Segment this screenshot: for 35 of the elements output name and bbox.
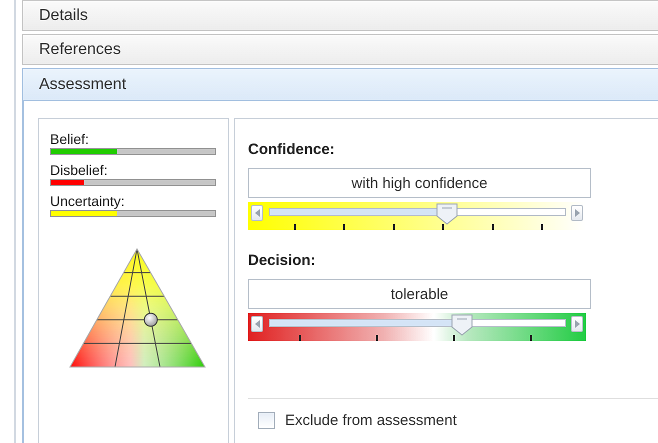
decision-slider[interactable]: [248, 313, 586, 341]
tick-mark: [392, 224, 395, 230]
opinion-label: Disbelief:: [50, 162, 109, 178]
slider-label: Decision:: [248, 252, 317, 269]
section-header[interactable]: Details: [22, 0, 658, 31]
slider-thumb[interactable]: [436, 203, 458, 225]
left-arrow-icon: [254, 209, 260, 217]
left-arrow-icon: [254, 320, 260, 328]
right-arrow-button[interactable]: [571, 205, 583, 221]
tick-mark: [343, 224, 346, 230]
left-arrow-button[interactable]: [251, 316, 263, 332]
value-display: tolerable: [248, 279, 591, 309]
exclude-checkbox[interactable]: [258, 412, 275, 429]
tick-mark: [453, 335, 456, 341]
tick-mark: [442, 224, 444, 230]
slider-label: Confidence:: [248, 141, 336, 158]
tick-mark: [294, 224, 296, 230]
tick-mark: [541, 224, 544, 230]
slider-thumb[interactable]: [451, 314, 474, 336]
tick-mark: [298, 335, 301, 341]
tick-mark: [376, 335, 378, 341]
opinion-label: Belief:: [50, 131, 90, 147]
section-header[interactable]: References: [22, 34, 658, 65]
tick-mark: [530, 335, 532, 341]
left-arrow-button[interactable]: [251, 205, 263, 221]
checkbox-label: Exclude from assessment: [285, 412, 457, 429]
right-arrow-icon: [574, 320, 580, 328]
value-display: with high confidence: [248, 168, 591, 198]
confidence-slider[interactable]: [248, 202, 586, 230]
opinion-marker[interactable]: [144, 312, 158, 327]
opinion-label: Uncertainty:: [50, 193, 126, 209]
right-arrow-button[interactable]: [571, 316, 583, 332]
section-header[interactable]: Assessment: [22, 68, 658, 101]
tick-mark: [492, 224, 494, 230]
right-arrow-icon: [574, 209, 580, 217]
